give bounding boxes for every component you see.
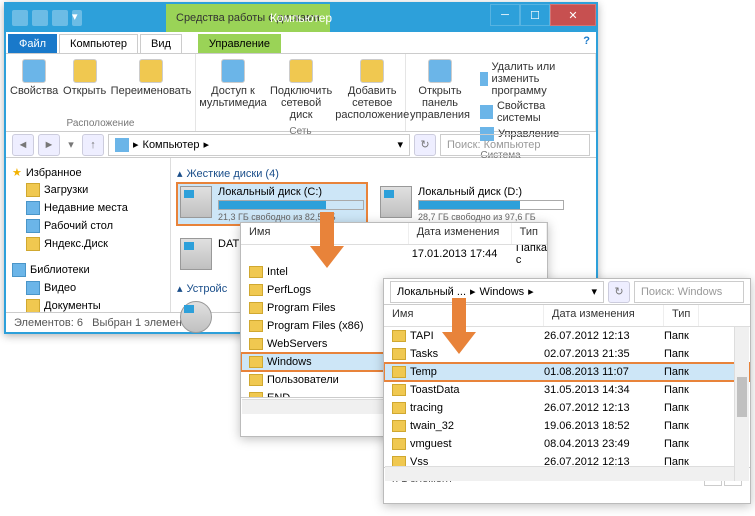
ribbon-rename-button[interactable]: Переименовать xyxy=(111,57,191,113)
col-date[interactable]: Дата изменения xyxy=(544,305,664,326)
drive-dvd[interactable] xyxy=(177,298,237,336)
search-input[interactable]: Поиск: Windows xyxy=(634,281,744,303)
ribbon-netdrive-button[interactable]: Подключить сетевой диск xyxy=(270,57,332,121)
folder-item[interactable]: tracing26.07.2012 12:13Папк xyxy=(384,399,750,417)
qat-icon[interactable] xyxy=(12,10,28,26)
tab-file[interactable]: Файл xyxy=(8,34,57,53)
computer-icon xyxy=(115,138,129,152)
column-headers[interactable]: Имя Дата изменения Тип xyxy=(384,305,750,327)
tab-computer[interactable]: Компьютер xyxy=(59,34,138,53)
folder-icon xyxy=(249,392,263,397)
breadcrumb-item[interactable]: Windows xyxy=(480,286,525,298)
minimize-button[interactable]: ─ xyxy=(490,4,520,26)
folder-item[interactable]: vmguest08.04.2013 23:49Папк xyxy=(384,435,750,453)
ribbon-media-button[interactable]: Доступ к мультимедиа xyxy=(200,57,266,121)
qat-dropdown-icon[interactable]: ▾ xyxy=(72,10,82,26)
folder-icon xyxy=(249,374,263,386)
nav-up-button[interactable]: ↑ xyxy=(82,134,104,156)
breadcrumb-item[interactable]: Компьютер xyxy=(143,139,200,151)
nav-item-recent[interactable]: Недавние места xyxy=(10,199,166,217)
ribbon-tabstrip: Файл Компьютер Вид Управление ? xyxy=(6,32,596,54)
breadcrumb[interactable]: ▸ Компьютер ▸ ▾ xyxy=(108,134,410,156)
folder-item[interactable]: Vss26.07.2012 12:13Папк xyxy=(384,453,750,467)
drive-icon xyxy=(180,238,212,270)
window-title: Компьютер xyxy=(270,11,332,25)
help-icon[interactable]: ? xyxy=(583,35,590,47)
folder-icon xyxy=(392,402,406,414)
drive-icon xyxy=(180,186,212,218)
drive-label: Локальный диск (C:) xyxy=(218,186,364,198)
ribbon-ctrlpanel-button[interactable]: Открыть панель управления xyxy=(410,57,470,145)
tab-manage[interactable]: Управление xyxy=(198,34,281,53)
refresh-button[interactable]: ↻ xyxy=(608,281,630,303)
maximize-button[interactable]: ☐ xyxy=(520,4,550,26)
col-type[interactable]: Тип xyxy=(512,223,547,244)
ribbon-properties-button[interactable]: Свойства xyxy=(10,57,58,113)
folder-item[interactable]: TAPI26.07.2012 12:13Папк xyxy=(384,327,750,345)
drive-space-bar xyxy=(218,200,364,210)
address-bar: ◄ ► ▾ ↑ ▸ Компьютер ▸ ▾ ↻ Поиск: Компьют… xyxy=(6,132,596,158)
folder-icon xyxy=(392,366,406,378)
folder-item-temp[interactable]: Temp01.08.2013 11:07Папк xyxy=(384,363,750,381)
explorer-panel-windows: Локальный ...▸ Windows▸ ▾ ↻ Поиск: Windo… xyxy=(383,278,751,504)
nav-item-yadisk[interactable]: Яндекс.Диск xyxy=(10,235,166,253)
nav-back-button[interactable]: ◄ xyxy=(12,134,34,156)
status-count: Элементов: 6 xyxy=(14,317,83,329)
breadcrumb-item[interactable]: Локальный ... xyxy=(397,286,466,298)
qat-icon[interactable] xyxy=(52,10,68,26)
column-headers[interactable]: Имя Дата изменения Тип xyxy=(241,223,547,245)
nav-item-video[interactable]: Видео xyxy=(10,279,166,297)
folder-item[interactable]: ToastData31.05.2013 14:34Папк xyxy=(384,381,750,399)
nav-history-button[interactable]: ▾ xyxy=(64,134,78,156)
folder-icon xyxy=(249,338,263,350)
nav-item-docs[interactable]: Документы xyxy=(10,297,166,312)
folder-icon xyxy=(249,302,263,314)
refresh-button[interactable]: ↻ xyxy=(414,134,436,156)
status-selection: Выбран 1 элемент xyxy=(92,317,187,329)
ribbon-uninstall-link[interactable]: Удалить или изменить программу xyxy=(480,61,585,97)
nav-favorites-header[interactable]: ★Избранное xyxy=(10,164,166,181)
folder-item[interactable]: Tasks02.07.2013 21:35Папк xyxy=(384,345,750,363)
ribbon-group-label: Расположение xyxy=(6,116,195,131)
col-date[interactable]: Дата изменения xyxy=(409,223,512,244)
section-hdd[interactable]: ▴ Жесткие диски (4) xyxy=(177,164,590,183)
drive-free-text: 28,7 ГБ свободно из 97,6 ГБ xyxy=(418,212,564,222)
ribbon-sysprops-link[interactable]: Свойства системы xyxy=(480,100,585,124)
search-input[interactable]: Поиск: Компьютер xyxy=(440,134,590,156)
scrollbar-horizontal[interactable] xyxy=(385,466,734,481)
drive-label: Локальный диск (D:) xyxy=(418,186,564,198)
file-list[interactable]: TAPI26.07.2012 12:13ПапкTasks02.07.2013 … xyxy=(384,327,750,467)
folder-icon xyxy=(249,284,263,296)
nav-libraries-header[interactable]: Библиотеки xyxy=(10,261,166,279)
folder-icon xyxy=(249,356,263,368)
folder-item[interactable]: twain_3219.06.2013 18:52Папк xyxy=(384,417,750,435)
folder-icon xyxy=(392,438,406,450)
drive-icon xyxy=(380,186,412,218)
tab-view[interactable]: Вид xyxy=(140,34,182,53)
ribbon: Свойства Открыть Переименовать Расположе… xyxy=(6,54,596,132)
breadcrumb[interactable]: Локальный ...▸ Windows▸ ▾ xyxy=(390,281,604,303)
ribbon-netloc-button[interactable]: Добавить сетевое расположение xyxy=(336,57,408,121)
address-bar: Локальный ...▸ Windows▸ ▾ ↻ Поиск: Windo… xyxy=(384,279,750,305)
nav-pane[interactable]: ★Избранное Загрузки Недавние места Рабоч… xyxy=(6,158,171,312)
folder-icon xyxy=(249,320,263,332)
col-type[interactable]: Тип xyxy=(664,305,699,326)
nav-forward-button[interactable]: ► xyxy=(38,134,60,156)
ribbon-open-button[interactable]: Открыть xyxy=(62,57,107,113)
qat-icon[interactable] xyxy=(32,10,48,26)
scrollbar-vertical[interactable] xyxy=(734,327,749,481)
folder-icon xyxy=(392,384,406,396)
nav-item-downloads[interactable]: Загрузки xyxy=(10,181,166,199)
dvd-icon xyxy=(180,301,212,333)
drive-space-bar xyxy=(418,200,564,210)
nav-item-desktop[interactable]: Рабочий стол xyxy=(10,217,166,235)
folder-icon xyxy=(249,266,263,278)
drive-d[interactable]: Локальный диск (D:) 28,7 ГБ свободно из … xyxy=(377,183,567,225)
titlebar[interactable]: ▾ Средства работы с дисками Компьютер ─ … xyxy=(6,4,596,32)
folder-icon xyxy=(392,420,406,432)
folder-icon xyxy=(392,348,406,360)
close-button[interactable]: ✕ xyxy=(550,4,596,26)
list-hint-row: 17.01.2013 17:44Папка с xyxy=(241,245,547,263)
folder-icon xyxy=(392,330,406,342)
